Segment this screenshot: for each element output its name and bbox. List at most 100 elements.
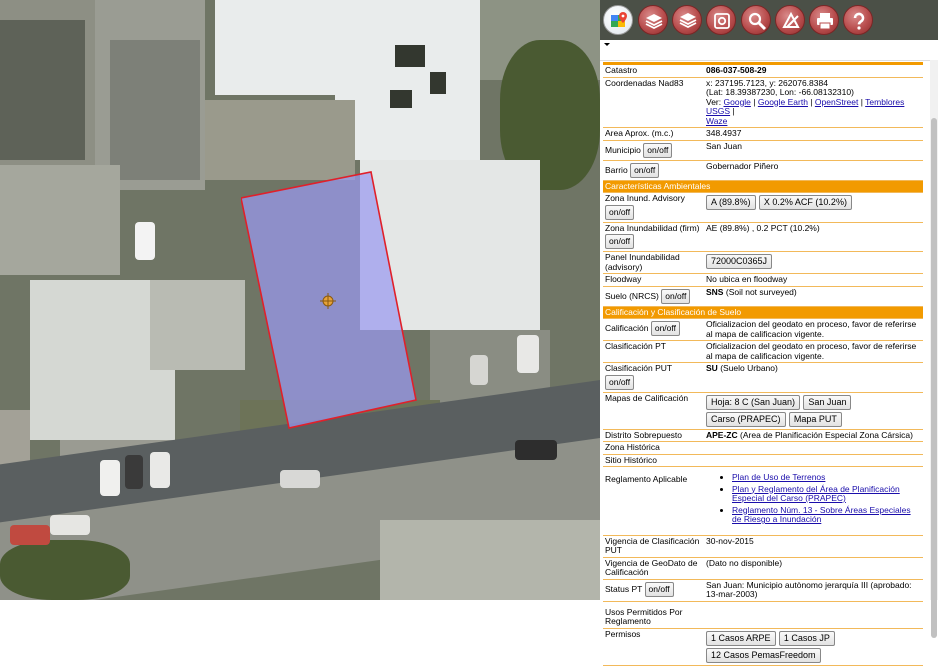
row-mapas: Mapas de Calificación Hoja: 8 C (San Jua… [603, 392, 923, 430]
casos-pemas-button[interactable]: 12 Casos PemasFreedom [706, 647, 821, 663]
mapa-put-button[interactable]: Mapa PUT [788, 411, 842, 427]
suelo-label: Suelo (NRCS) [605, 290, 659, 301]
map-roof-unit [430, 72, 446, 94]
layers-overlay-button[interactable] [672, 5, 702, 35]
distrito-value: (Area de Planificación Especial Zona Cár… [740, 429, 913, 440]
row-usos: Usos Permitidos Por Reglamento [603, 601, 923, 629]
vigencia-put-label: Vigencia de Clasificación PUT [603, 535, 704, 558]
dropdown-toggle[interactable] [604, 41, 610, 47]
catastro-value: 086-037-508-29 [704, 65, 923, 78]
help-button[interactable] [843, 5, 873, 35]
map-vegetation [0, 540, 130, 600]
area-value: 348.4937 [704, 127, 923, 141]
usos-value [704, 601, 923, 629]
casos-arpe-button[interactable]: 1 Casos ARPE [706, 630, 776, 646]
clasificacion-put-label: Clasificación PUT [605, 363, 672, 373]
municipio-toggle-button[interactable]: on/off [643, 142, 673, 158]
calificacion-toggle-button[interactable]: on/off [650, 321, 680, 336]
row-municipio: Municipio on/off San Juan [603, 140, 923, 161]
map-car [50, 515, 90, 535]
clasificacion-put-toggle-button[interactable]: on/off [605, 374, 635, 390]
measure-button[interactable] [775, 5, 805, 35]
link-waze[interactable]: Waze [706, 116, 727, 126]
zona-x-button[interactable]: X 0.2% ACF (10.2%) [758, 195, 852, 210]
san-juan-map-button[interactable]: San Juan [803, 394, 852, 410]
suelo-code: SNS [706, 286, 724, 297]
clasificacion-put-value: (Suelo Urbano) [720, 363, 778, 373]
status-pt-label: Status PT [605, 583, 643, 594]
row-coordenadas: Coordenadas Nad83 x: 237195.7123, y: 262… [603, 77, 923, 128]
aerial-map[interactable] [0, 0, 600, 600]
mapas-label: Mapas de Calificación [603, 392, 704, 430]
row-vigencia-geo: Vigencia de GeoDato de Calificación (Dat… [603, 557, 923, 580]
link-openstreet[interactable]: OpenStreet [815, 97, 858, 107]
barrio-toggle-button[interactable]: on/off [630, 162, 660, 178]
row-vigencia-put: Vigencia de Clasificación PUT 30-nov-201… [603, 535, 923, 558]
barrio-label: Barrio [605, 164, 628, 175]
scrollbar[interactable] [930, 60, 938, 638]
map-roof-unit [395, 45, 425, 67]
google-maps-button[interactable] [603, 5, 633, 35]
distrito-label: Distrito Sobrepuesto [603, 429, 704, 442]
row-clasificacion-put: Clasificación PUT on/off SU (Suelo Urban… [603, 362, 923, 393]
row-catastro: Catastro 086-037-508-29 [603, 65, 923, 78]
row-zona-advisory: Zona Inund. Advisory on/off A (89.8%) X 0… [603, 192, 923, 223]
map-lot [0, 165, 120, 275]
usos-label: Usos Permitidos Por Reglamento [603, 601, 704, 629]
link-reglamento-13[interactable]: Reglamento Núm. 13 - Sobre Áreas Especia… [732, 505, 911, 525]
zona-a-button[interactable]: A (89.8%) [706, 195, 756, 210]
status-pt-toggle-button[interactable]: on/off [644, 581, 674, 597]
map-car [280, 470, 320, 488]
panel-inund-button[interactable]: 72000C0365J [706, 254, 773, 269]
link-google-earth[interactable]: Google Earth [758, 97, 808, 107]
settings-button[interactable] [706, 5, 736, 35]
sitio-historico-label: Sitio Histórico [603, 454, 704, 467]
zona-historica-value [704, 441, 923, 455]
map-roof-unit [390, 90, 412, 108]
row-sitio-historico: Sitio Histórico [603, 454, 923, 467]
zona-firm-toggle-button[interactable]: on/off [605, 234, 635, 249]
coords-links: Ver: Google | Google Earth | OpenStreet … [706, 96, 905, 126]
zona-historica-label: Zona Histórica [603, 441, 704, 455]
suelo-toggle-button[interactable]: on/off [661, 288, 691, 304]
search-button[interactable] [741, 5, 771, 35]
row-reglamento: Reglamento Aplicable Plan de Uso de Terr… [603, 466, 923, 536]
row-suelo: Suelo (NRCS) on/off SNS (Soil not survey… [603, 286, 923, 307]
area-label: Area Aprox. (m.c.) [603, 127, 704, 141]
calificacion-value: Oficializacion del geodato en proceso, f… [704, 318, 923, 341]
carso-button[interactable]: Carso (PRAPEC) [706, 411, 786, 427]
hoja-button[interactable]: Hoja: 8 C (San Juan) [706, 394, 801, 410]
map-lot [380, 520, 600, 600]
link-google[interactable]: Google [724, 97, 751, 107]
link-prapec[interactable]: Plan y Reglamento del Área de Planificac… [732, 484, 900, 504]
zona-advisory-toggle-button[interactable]: on/off [605, 204, 635, 220]
municipio-value: San Juan [704, 140, 923, 161]
print-button[interactable] [809, 5, 839, 35]
layers-base-button[interactable] [638, 5, 668, 35]
map-car [135, 222, 155, 260]
info-panel: Catastro 086-037-508-29 Coordenadas Nad8… [600, 0, 938, 666]
clasificacion-put-code: SU [706, 363, 718, 373]
map-car [125, 455, 143, 489]
clasificacion-pt-value: Oficializacion del geodato en proceso, f… [704, 340, 923, 363]
map-building [110, 40, 200, 180]
row-area: Area Aprox. (m.c.) 348.4937 [603, 127, 923, 141]
row-status-pt: Status PT on/off San Juan: Municipio aut… [603, 579, 923, 602]
barrio-value: Gobernador Piñero [704, 160, 923, 181]
row-distrito: Distrito Sobrepuesto APE-ZC (Area de Pla… [603, 429, 923, 442]
scrollbar-thumb[interactable] [931, 118, 937, 638]
casos-jp-button[interactable]: 1 Casos JP [778, 630, 835, 646]
permisos-label: Permisos [603, 628, 704, 666]
row-barrio: Barrio on/off Gobernador Piñero [603, 160, 923, 181]
section-ambientales-title: Características Ambientales [603, 180, 923, 193]
list-item: Plan y Reglamento del Área de Planificac… [732, 484, 922, 504]
coords-ver-label: Ver: [706, 96, 722, 107]
vigencia-geo-label: Vigencia de GeoDato de Calificación [603, 557, 704, 580]
link-plan-uso-terrenos[interactable]: Plan de Uso de Terrenos [732, 472, 825, 482]
row-zona-historica: Zona Histórica [603, 441, 923, 455]
map-building [150, 280, 245, 370]
map-car [517, 335, 539, 373]
location-marker-icon [320, 293, 336, 309]
row-floodway: Floodway No ubica en floodway [603, 273, 923, 287]
zona-firm-label: Zona Inundabilidad (firm) [605, 222, 700, 233]
